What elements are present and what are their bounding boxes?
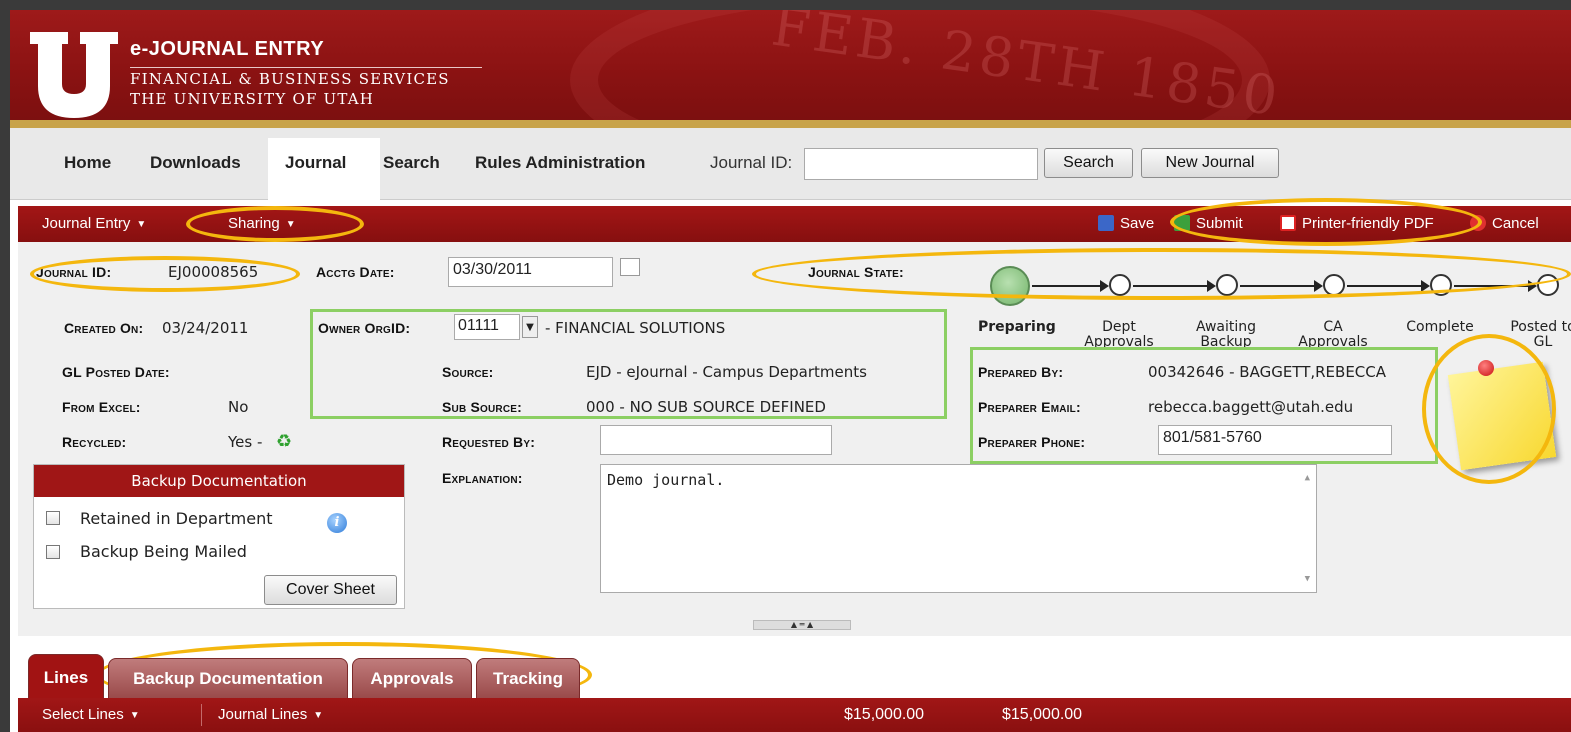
main-menu-bar: Home Downloads Journal Search Rules Admi…: [10, 128, 1571, 200]
total-credit: $15,000.00: [1002, 706, 1083, 723]
backup-being-mailed-label: Backup Being Mailed: [80, 542, 247, 561]
recycle-icon: ♻: [276, 431, 293, 452]
app-window: FEB. 28TH 1850 e-JOURNAL ENTRY FINANCIAL…: [0, 0, 1571, 732]
submit-pdf-highlight: [1170, 198, 1482, 246]
menu-downloads[interactable]: Downloads: [150, 153, 241, 173]
cover-sheet-button[interactable]: Cover Sheet: [264, 575, 397, 605]
menu-home[interactable]: Home: [64, 153, 111, 173]
journal-id-search-input[interactable]: [804, 148, 1038, 180]
acctg-date-label: Acctg Date:: [316, 264, 395, 280]
explanation-label: Explanation:: [442, 470, 523, 486]
brand-subtitle-1: FINANCIAL & BUSINESS SERVICES: [130, 70, 450, 88]
tab-approvals[interactable]: Approvals: [352, 658, 472, 698]
chevron-down-icon: ▼: [129, 710, 140, 721]
tab-lines[interactable]: Lines: [28, 654, 104, 698]
explanation-text: Demo journal.: [607, 471, 725, 489]
scroll-down-icon[interactable]: ▼: [1305, 574, 1310, 584]
header-banner: FEB. 28TH 1850 e-JOURNAL ENTRY FINANCIAL…: [10, 10, 1571, 128]
journal-state-highlight: [752, 248, 1571, 300]
menu-rules-administration[interactable]: Rules Administration: [475, 153, 645, 173]
journal-entry-label: Journal Entry: [42, 215, 131, 232]
journal-form: Journal ID: EJ00008565 Acctg Date: 03/30…: [18, 242, 1571, 636]
state-label-preparing: Preparing: [978, 319, 1056, 335]
acctg-date-input[interactable]: 03/30/2011: [448, 257, 613, 287]
save-label: Save: [1120, 215, 1155, 232]
panel-resize-handle[interactable]: ▲ ═ ▲: [753, 620, 851, 630]
total-debit: $15,000.00: [844, 706, 925, 723]
select-lines-label: Select Lines: [42, 706, 124, 723]
brand-divider: [130, 67, 482, 68]
toolbar-divider: [201, 704, 202, 726]
backup-documentation-panel: Backup Documentation Retained in Departm…: [33, 464, 405, 609]
tab-backup-documentation[interactable]: Backup Documentation: [108, 658, 348, 698]
recycled-label: Recycled:: [62, 434, 127, 450]
state-label-complete: Complete: [1406, 319, 1474, 335]
journal-tabs: Lines Backup Documentation Approvals Tra…: [18, 652, 1571, 698]
scroll-up-icon[interactable]: ▲: [1305, 473, 1310, 483]
state-label-ca-approvals: CA Approvals: [1298, 319, 1368, 350]
journal-lines-label: Journal Lines: [218, 706, 308, 723]
sticky-note-highlight: [1422, 334, 1556, 484]
menu-journal[interactable]: Journal: [285, 153, 346, 173]
backup-documentation-header: Backup Documentation: [34, 465, 404, 497]
tab-tracking[interactable]: Tracking: [476, 658, 580, 698]
explanation-textarea[interactable]: Demo journal. ▲ ▼: [600, 464, 1317, 593]
search-button[interactable]: Search: [1044, 148, 1133, 178]
chevron-down-icon: ▼: [136, 219, 147, 230]
chevron-down-icon: ▼: [313, 710, 324, 721]
app-title: e-JOURNAL ENTRY: [130, 38, 325, 60]
lines-toolbar: Select Lines ▼ Journal Lines ▼ $15,000.00 …: [18, 698, 1571, 732]
journal-id-highlight: [30, 256, 300, 292]
select-lines-menu[interactable]: Select Lines ▼: [42, 706, 140, 723]
retained-in-department-label: Retained in Department: [80, 509, 273, 528]
journal-id-search-label: Journal ID:: [710, 153, 793, 172]
gl-posted-date-label: GL Posted Date:: [62, 364, 170, 380]
sharing-highlight: [186, 206, 364, 242]
floppy-disk-icon: [1098, 215, 1114, 231]
menu-search[interactable]: Search: [383, 153, 440, 173]
banner-gold-band: [10, 120, 1571, 128]
window-top-border: [0, 0, 1571, 10]
created-on-label: Created On:: [64, 320, 144, 336]
new-journal-button[interactable]: New Journal: [1141, 148, 1279, 178]
info-icon[interactable]: i: [327, 513, 347, 533]
calendar-icon[interactable]: [620, 258, 640, 276]
backup-being-mailed-checkbox[interactable]: [46, 545, 60, 559]
journal-entry-menu[interactable]: Journal Entry ▼: [42, 215, 146, 232]
save-button[interactable]: Save: [1098, 215, 1154, 232]
from-excel-value: No: [228, 398, 249, 416]
recycled-value: Yes -: [228, 433, 263, 451]
from-excel-label: From Excel:: [62, 399, 141, 415]
requested-by-input[interactable]: [600, 425, 832, 455]
journal-lines-menu[interactable]: Journal Lines ▼: [218, 706, 323, 723]
university-u-logo: [30, 32, 118, 118]
created-on-value: 03/24/2011: [162, 319, 249, 337]
state-label-awaiting-backup: Awaiting Backup: [1195, 319, 1257, 350]
brand-subtitle-2: THE UNIVERSITY OF UTAH: [130, 90, 375, 108]
cancel-label: Cancel: [1492, 215, 1539, 232]
retained-in-department-checkbox[interactable]: [46, 511, 60, 525]
state-label-dept-approvals: Dept Approvals: [1084, 319, 1154, 350]
owner-source-highlight: [310, 309, 947, 419]
requested-by-label: Requested By:: [442, 434, 536, 450]
preparer-info-highlight: [970, 347, 1438, 464]
window-left-border: [0, 10, 10, 732]
